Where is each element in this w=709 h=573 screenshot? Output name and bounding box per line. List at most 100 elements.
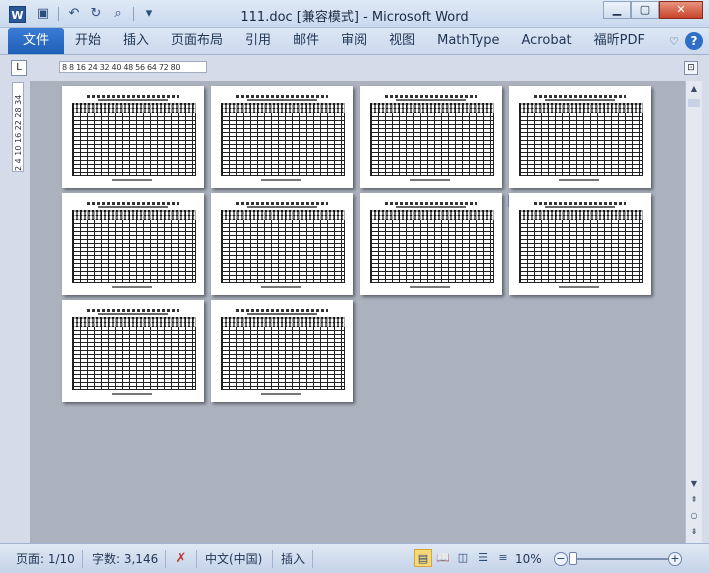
- page-footer-marks: [559, 286, 599, 288]
- draft-view-icon[interactable]: ≡: [494, 549, 512, 567]
- scroll-thumb[interactable]: [688, 99, 700, 107]
- page-footer-marks: [112, 179, 152, 181]
- view-buttons: ▤ 📖 ◫ ☰ ≡: [414, 549, 512, 567]
- page-subheading-marks: [247, 206, 317, 208]
- page-table-header: [72, 103, 196, 113]
- page-table-header: [221, 317, 345, 327]
- previous-page-icon[interactable]: ⇞: [687, 493, 701, 507]
- outline-view-icon[interactable]: ☰: [474, 549, 492, 567]
- page-thumbnail[interactable]: [211, 193, 353, 295]
- page-thumbnail[interactable]: [62, 86, 204, 188]
- tab-references[interactable]: 引用: [234, 28, 282, 54]
- page-table-header: [519, 103, 643, 113]
- tab-acrobat[interactable]: Acrobat: [511, 28, 583, 54]
- insert-mode-indicator[interactable]: 插入: [281, 544, 305, 573]
- ribbon-collapse-icon[interactable]: ♡: [669, 35, 679, 48]
- page-subheading-marks: [396, 206, 466, 208]
- tab-mathtype[interactable]: MathType: [426, 28, 510, 54]
- title-bar: W ▣ ↶ ↻ ⌕ ▾ 111.doc [兼容模式] - Microsoft W…: [0, 0, 709, 28]
- full-screen-reading-icon[interactable]: 📖: [434, 549, 452, 567]
- page-table: [370, 210, 494, 283]
- page-indicator[interactable]: 页面: 1/10: [16, 544, 75, 573]
- page-subheading-marks: [247, 99, 317, 101]
- page-table: [221, 210, 345, 283]
- ribbon-tabs: 开始 插入 页面布局 引用 邮件 审阅 视图 MathType Acrobat …: [64, 28, 656, 54]
- language-indicator[interactable]: 中文(中国): [205, 544, 262, 573]
- zoom-slider-track[interactable]: [574, 558, 668, 560]
- page-table: [519, 103, 643, 176]
- tab-insert[interactable]: 插入: [112, 28, 160, 54]
- page-thumbnail[interactable]: [211, 300, 353, 402]
- tab-foxit-pdf[interactable]: 福昕PDF: [583, 28, 656, 54]
- web-layout-icon[interactable]: ◫: [454, 549, 472, 567]
- page-thumbnail[interactable]: [62, 193, 204, 295]
- page-table-header: [370, 103, 494, 113]
- close-button[interactable]: ✕: [659, 1, 703, 19]
- page-footer-marks: [112, 393, 152, 395]
- window-controls: ▁ ▢ ✕: [603, 1, 703, 19]
- page-thumbnail[interactable]: [360, 193, 502, 295]
- page-footer-marks: [261, 286, 301, 288]
- zoom-slider-thumb[interactable]: [569, 552, 577, 565]
- view-ruler-icon[interactable]: ⊡: [684, 61, 698, 75]
- status-separator: [272, 550, 273, 568]
- scroll-down-icon[interactable]: ▼: [687, 477, 701, 491]
- page-table-header: [72, 317, 196, 327]
- page-heading-marks: [87, 202, 179, 205]
- help-icon[interactable]: ?: [685, 32, 703, 50]
- maximize-button[interactable]: ▢: [631, 1, 659, 19]
- page-heading-marks: [385, 95, 477, 98]
- page-thumbnail[interactable]: [360, 86, 502, 188]
- page-table: [72, 210, 196, 283]
- scroll-up-icon[interactable]: ▲: [687, 82, 701, 96]
- tab-review[interactable]: 审阅: [330, 28, 378, 54]
- page-thumbnail[interactable]: [509, 86, 651, 188]
- tab-mailings[interactable]: 邮件: [282, 28, 330, 54]
- tab-file[interactable]: 文件: [8, 28, 64, 54]
- status-separator: [165, 550, 166, 568]
- tab-page-layout[interactable]: 页面布局: [160, 28, 234, 54]
- print-layout-icon[interactable]: ▤: [414, 549, 432, 567]
- zoom-in-button[interactable]: +: [668, 552, 682, 566]
- browse-object-icon[interactable]: ○: [687, 509, 701, 523]
- tab-view[interactable]: 视图: [378, 28, 426, 54]
- document-area[interactable]: ✥: [30, 81, 685, 543]
- ribbon-tab-bar: 文件 开始 插入 页面布局 引用 邮件 审阅 视图 MathType Acrob…: [0, 28, 709, 55]
- page-subheading-marks: [247, 313, 317, 315]
- tab-home[interactable]: 开始: [64, 28, 112, 54]
- page-heading-marks: [236, 95, 328, 98]
- vertical-scrollbar[interactable]: ▲ ▼ ⇞ ○ ⇟: [685, 81, 702, 543]
- next-page-icon[interactable]: ⇟: [687, 525, 701, 539]
- page-heading-marks: [534, 95, 626, 98]
- zoom-out-button[interactable]: −: [554, 552, 568, 566]
- page-subheading-marks: [98, 99, 168, 101]
- vertical-ruler[interactable]: 2 4 10 16 22 28 34: [12, 82, 24, 172]
- page-thumbnail[interactable]: [211, 86, 353, 188]
- page-table: [370, 103, 494, 176]
- status-bar: 页面: 1/10 字数: 3,146 ✗ 中文(中国) 插入 ▤ 📖 ◫ ☰ ≡…: [0, 543, 709, 573]
- page-subheading-marks: [98, 206, 168, 208]
- page-table-header: [221, 210, 345, 220]
- proofing-error-icon[interactable]: ✗: [173, 551, 189, 567]
- vertical-ruler-labels: 2 4 10 16 22 28 34: [14, 94, 23, 171]
- page-table: [72, 317, 196, 390]
- page-table-header: [519, 210, 643, 220]
- page-footer-marks: [410, 179, 450, 181]
- page-heading-marks: [534, 202, 626, 205]
- page-table: [72, 103, 196, 176]
- zoom-level[interactable]: 10%: [515, 544, 542, 573]
- minimize-button[interactable]: ▁: [603, 1, 631, 19]
- page-subheading-marks: [545, 99, 615, 101]
- page-table-header: [72, 210, 196, 220]
- page-thumbnail[interactable]: [62, 300, 204, 402]
- status-separator: [312, 550, 313, 568]
- page-footer-marks: [559, 179, 599, 181]
- page-subheading-marks: [98, 313, 168, 315]
- word-count[interactable]: 字数: 3,146: [92, 544, 158, 573]
- tab-selector-button[interactable]: L: [11, 60, 27, 76]
- page-thumbnail[interactable]: [509, 193, 651, 295]
- page-table: [519, 210, 643, 283]
- page-heading-marks: [236, 202, 328, 205]
- horizontal-ruler[interactable]: 8 8 16 24 32 40 48 56 64 72 80: [59, 61, 207, 73]
- page-heading-marks: [87, 95, 179, 98]
